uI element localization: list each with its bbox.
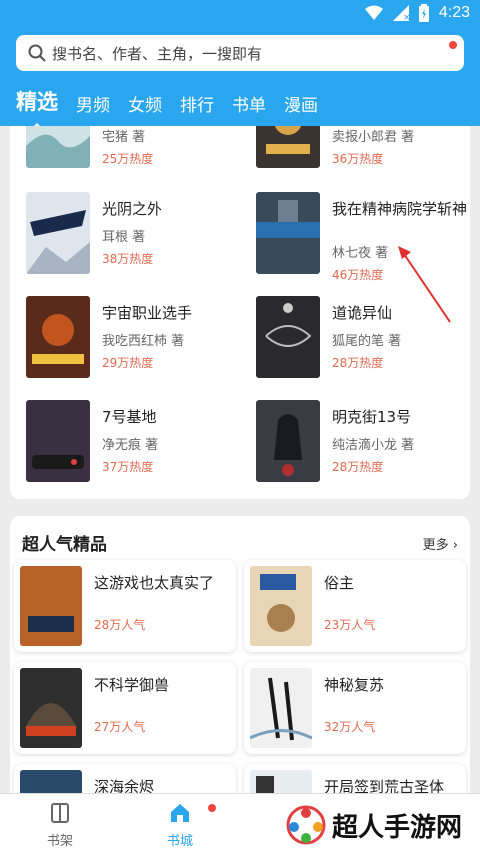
book-author: 林七夜 著: [332, 246, 389, 261]
book-icon: [51, 803, 69, 823]
book-cover: [20, 668, 82, 748]
notification-dot: [449, 41, 457, 49]
book-title: 宇宙职业选手: [102, 304, 193, 322]
tab-featured[interactable]: 精选: [16, 86, 58, 130]
notification-dot: [208, 804, 216, 812]
book-title: 光阴之外: [102, 200, 163, 218]
category-tabs: 精选 男频 女频 排行 书单 漫画: [16, 86, 318, 130]
book-title: 开局签到荒古圣体: [324, 778, 445, 793]
status-time: 4:23: [438, 4, 470, 21]
search-input[interactable]: 搜书名、作者、主角，一搜即有: [16, 35, 464, 71]
book-heat: 27万人气: [94, 720, 146, 734]
book-item[interactable]: 宇宙职业选手 我吃西红柿 著 29万热度: [26, 296, 246, 382]
logo-icon: [286, 805, 326, 845]
book-author: 狐尾的笔 著: [332, 334, 402, 349]
book-author: 宅猪 著: [102, 130, 146, 145]
book-item[interactable]: 光阴之外 耳根 著 38万热度: [26, 192, 246, 278]
app-header: × 4:23 搜书名、作者、主角，一搜即有 精选 男频 女频 排行 书单 漫画: [0, 0, 480, 130]
book-heat: 46万热度: [332, 268, 384, 282]
book-cover: [250, 566, 312, 646]
book-title: 明克街13号: [332, 408, 412, 426]
book-title: 俗主: [324, 574, 355, 592]
status-bar: × 4:23: [0, 0, 480, 28]
book-heat: 28万人气: [94, 618, 146, 632]
book-author: 我吃西红柿 著: [102, 334, 185, 349]
book-heat: 38万热度: [102, 252, 154, 266]
battery-icon: [418, 4, 429, 22]
tab-female[interactable]: 女频: [128, 91, 162, 116]
book-cover: [256, 296, 320, 378]
book-title: 不科学御兽: [94, 676, 170, 694]
book-title: 我在精神病院学斩神: [332, 200, 468, 218]
book-cover: [256, 192, 320, 274]
popular-section: 超人气精品 更多 › 这游戏也太真实了 28万人气 俗主 23万人气 不科学御兽…: [10, 516, 470, 793]
book-heat: 23万人气: [324, 618, 376, 632]
content-scroll[interactable]: 宅猪 著 25万热度 卖报小郎君 著 36万热度 光阴之外 耳根 著 38万热度…: [0, 126, 480, 793]
nav-bookshelf[interactable]: 书架: [20, 802, 100, 849]
more-link[interactable]: 更多 ›: [423, 534, 458, 553]
book-cover: [20, 770, 82, 793]
search-icon: [28, 44, 46, 62]
popular-book-item[interactable]: 不科学御兽 27万人气: [14, 662, 236, 754]
book-title: 神秘复苏: [324, 676, 385, 694]
tab-comics[interactable]: 漫画: [284, 91, 318, 116]
nav-label: 书城: [166, 834, 193, 849]
popular-book-item[interactable]: 深海余烬: [14, 764, 236, 793]
book-cover: [256, 126, 320, 168]
tab-ranking[interactable]: 排行: [180, 91, 214, 116]
popular-book-item[interactable]: 开局签到荒古圣体: [244, 764, 466, 793]
book-item[interactable]: 卖报小郎君 著 36万热度: [256, 126, 476, 172]
book-item[interactable]: 道诡异仙 狐尾的笔 著 28万热度: [256, 296, 476, 382]
book-heat: 28万热度: [332, 460, 384, 474]
section-title: 超人气精品: [22, 535, 107, 555]
book-title: 这游戏也太真实了: [94, 574, 215, 592]
book-title: 道诡异仙: [332, 304, 393, 322]
book-author: 卖报小郎君 著: [332, 130, 415, 145]
tab-male[interactable]: 男频: [76, 91, 110, 116]
nav-label: 书架: [46, 834, 73, 849]
watermark: 超人手游网: [286, 800, 463, 850]
chevron-right-icon: ›: [448, 538, 458, 553]
search-placeholder: 搜书名、作者、主角，一搜即有: [52, 44, 263, 63]
book-author: 耳根 著: [102, 230, 146, 245]
book-cover: [256, 400, 320, 482]
watermark-text: 超人手游网: [332, 812, 463, 843]
home-icon: [171, 804, 189, 822]
book-author: 纯洁滴小龙 著: [332, 438, 415, 453]
wifi-icon: [364, 5, 383, 20]
book-item[interactable]: 明克街13号 纯洁滴小龙 著 28万热度: [256, 400, 476, 486]
book-author: 净无痕 著: [102, 438, 159, 453]
book-heat: 28万热度: [332, 356, 384, 370]
book-item[interactable]: 7号基地 净无痕 著 37万热度: [26, 400, 246, 486]
popular-book-item[interactable]: 俗主 23万人气: [244, 560, 466, 652]
book-cover: [26, 296, 90, 378]
book-title: 深海余烬: [94, 778, 155, 793]
book-cover: [250, 770, 312, 793]
book-cover: [26, 126, 90, 168]
book-heat: 36万热度: [332, 152, 384, 166]
svg-text:×: ×: [403, 13, 409, 21]
book-heat: 37万热度: [102, 460, 154, 474]
book-cover: [250, 668, 312, 748]
book-cover: [26, 400, 90, 482]
book-title: 7号基地: [102, 408, 157, 426]
book-cover: [26, 192, 90, 274]
book-item[interactable]: 我在精神病院学斩神 林七夜 著 46万热度: [256, 192, 476, 282]
book-heat: 25万热度: [102, 152, 154, 166]
popular-book-item[interactable]: 神秘复苏 32万人气: [244, 662, 466, 754]
book-heat: 29万热度: [102, 356, 154, 370]
popular-book-item[interactable]: 这游戏也太真实了 28万人气: [14, 560, 236, 652]
book-heat: 32万人气: [324, 720, 376, 734]
signal-icon: ×: [392, 5, 409, 21]
book-cover: [20, 566, 82, 646]
tab-booklist[interactable]: 书单: [232, 91, 266, 116]
featured-books-card: 宅猪 著 25万热度 卖报小郎君 著 36万热度 光阴之外 耳根 著 38万热度…: [10, 126, 470, 499]
book-item[interactable]: 宅猪 著 25万热度: [26, 126, 246, 172]
